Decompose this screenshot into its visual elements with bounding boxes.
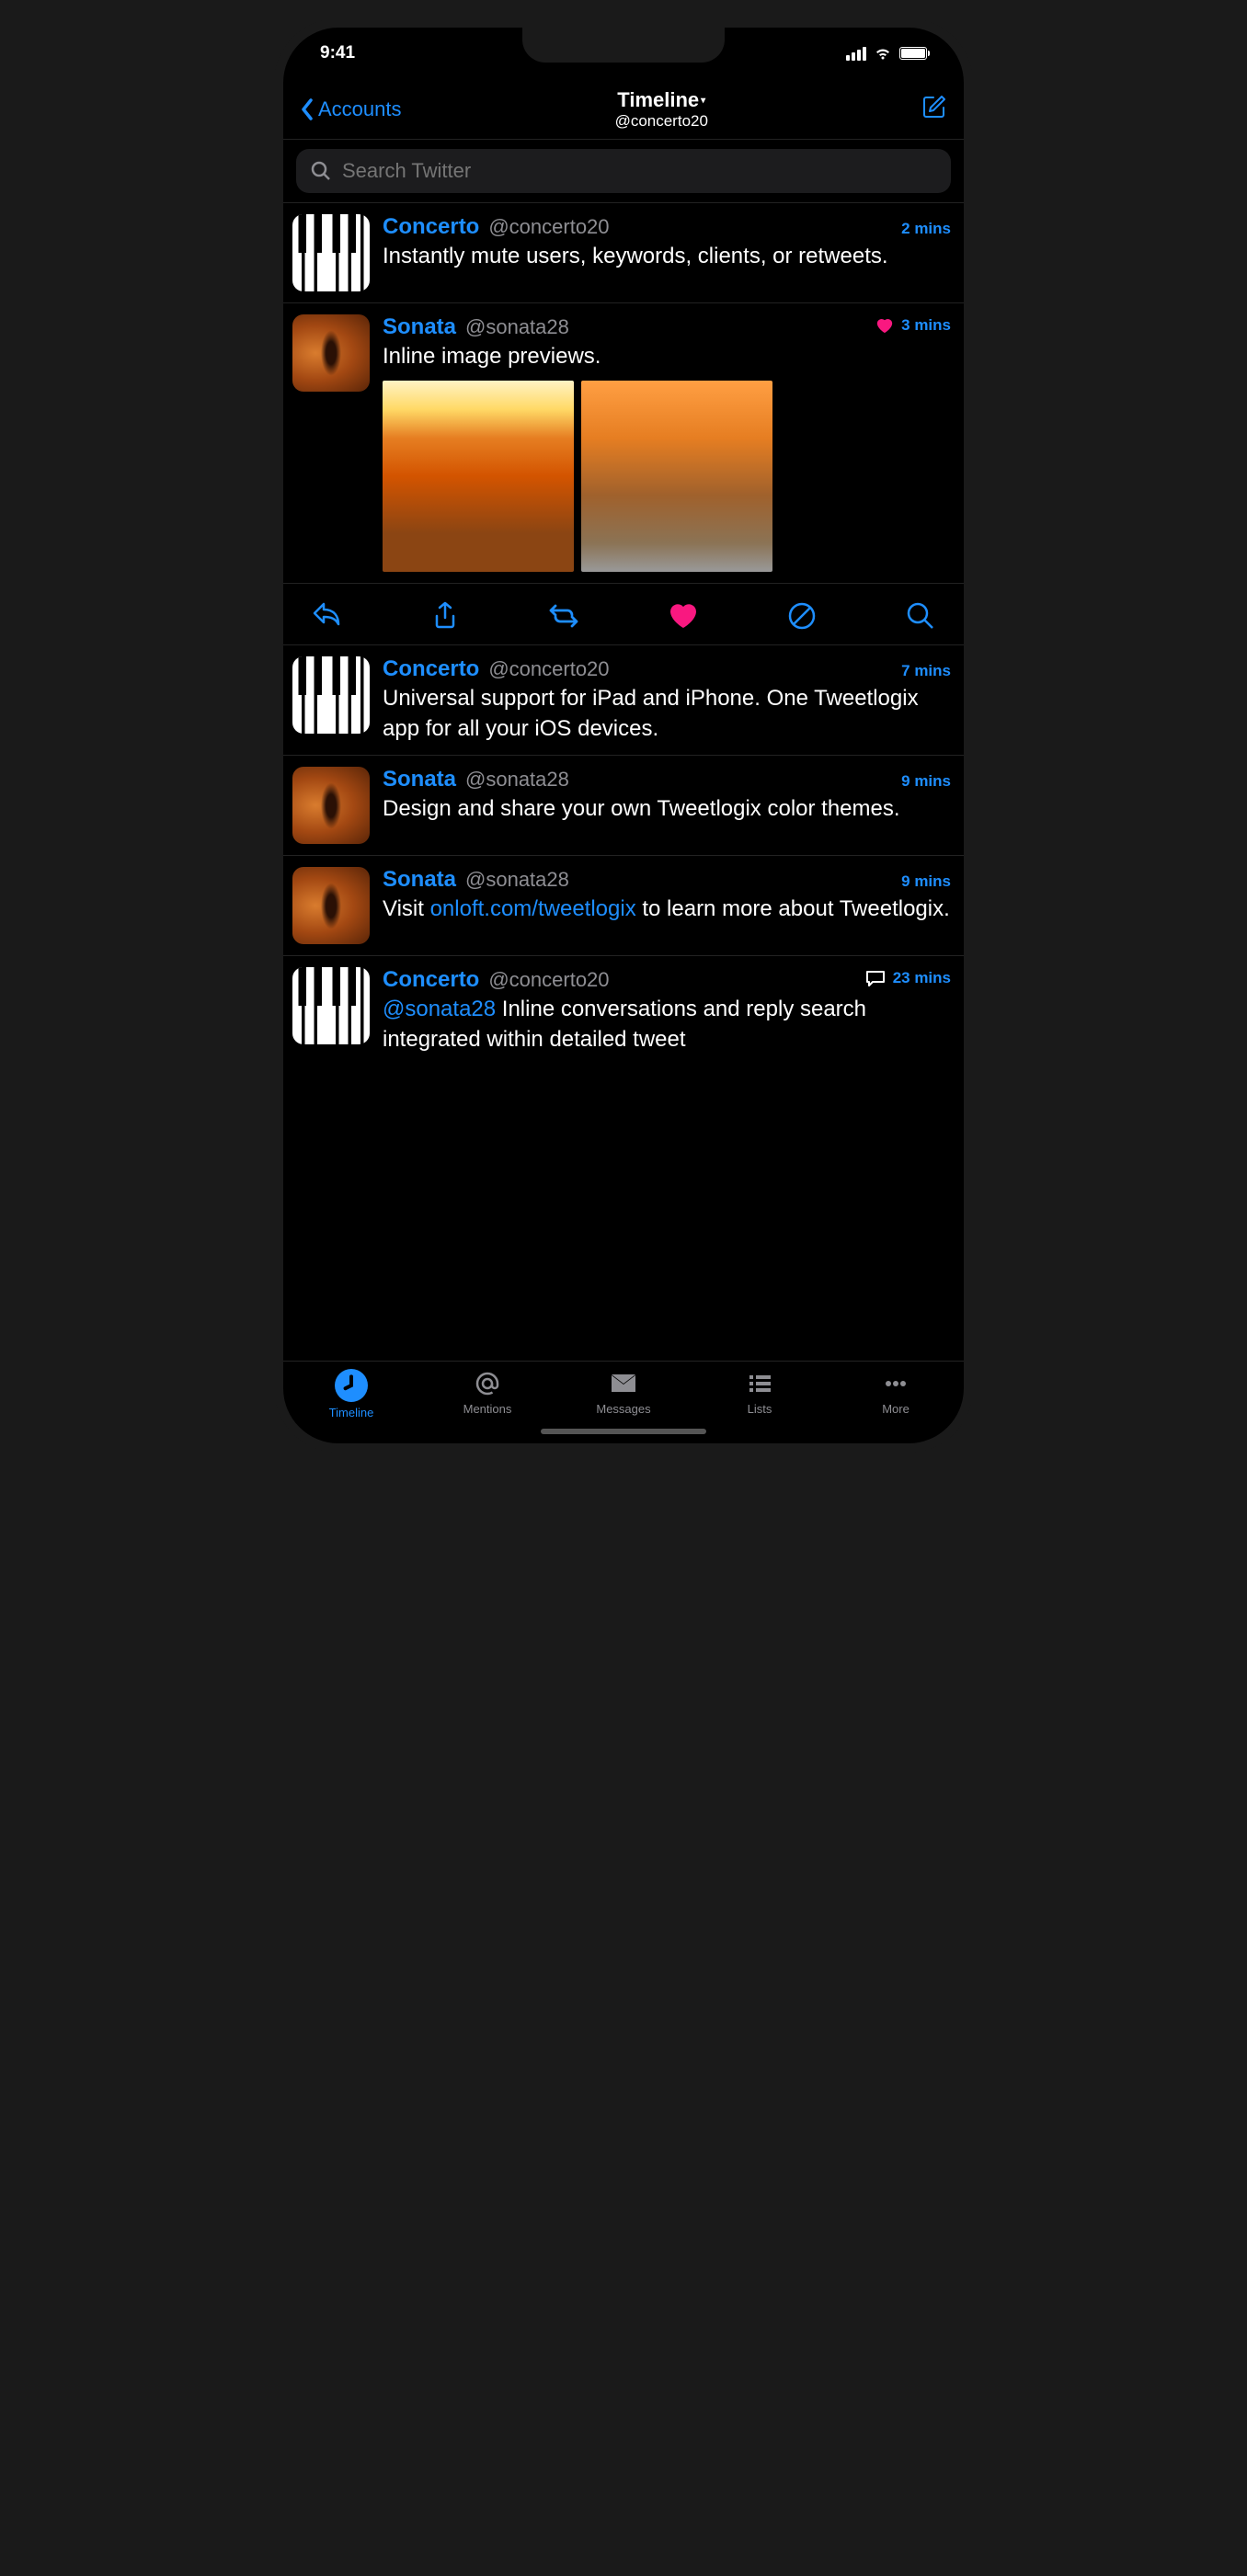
search-icon [311,161,331,181]
tab-label: Mentions [463,1402,512,1416]
tweet-row[interactable]: Concerto @concerto20 23 mins @sonata28 I… [283,956,964,1066]
tweet-content: Sonata @sonata28 3 mins Inline image pre… [383,314,951,572]
battery-icon [899,47,927,60]
nav-title[interactable]: Timeline▾ @concerto20 [615,88,708,131]
tweet-row[interactable]: Sonata @sonata28 9 mins Design and share… [283,756,964,856]
tweet-content: Concerto @concerto20 2 mins Instantly mu… [383,214,951,291]
messages-icon [609,1369,638,1398]
cellular-signal-icon [846,47,866,61]
tweet-timestamp: 2 mins [901,220,951,238]
like-icon[interactable] [668,600,699,632]
tweet-author-handle[interactable]: @sonata28 [465,768,569,792]
status-time: 9:41 [320,43,355,63]
tweet-image[interactable] [581,381,772,572]
tweet-body: Design and share your own Tweetlogix col… [383,794,951,824]
tweet-author-handle[interactable]: @sonata28 [465,315,569,339]
search-input[interactable] [342,159,936,183]
share-icon[interactable] [429,600,461,632]
tweet-body: Instantly mute users, keywords, clients,… [383,242,951,271]
home-indicator[interactable] [541,1429,706,1434]
tab-label: Messages [596,1402,650,1416]
more-icon [881,1369,910,1398]
tweet-link[interactable]: onloft.com/tweetlogix [430,896,636,921]
tweet-author-name[interactable]: Sonata [383,867,456,893]
tweet-timestamp: 3 mins [875,316,951,335]
tab-label: Lists [748,1402,772,1416]
tweet-author-handle[interactable]: @concerto20 [488,657,609,681]
status-right [846,47,927,61]
tweet-content: Concerto @concerto20 7 mins Universal su… [383,656,951,744]
back-button[interactable]: Accounts [300,97,402,122]
tweet-author-name[interactable]: Sonata [383,314,456,340]
avatar[interactable] [292,967,370,1044]
tweet-timestamp: 23 mins [865,969,951,987]
avatar[interactable] [292,314,370,392]
chevron-left-icon [300,97,315,122]
tweet-content: Sonata @sonata28 9 mins Design and share… [383,767,951,844]
notch [522,28,725,63]
tweet-author-name[interactable]: Concerto [383,967,479,993]
phone-screen: 9:41 Accounts Timeline▾ @concerto20 [283,28,964,1443]
tweet-row[interactable]: Sonata @sonata28 9 mins Visit onloft.com… [283,856,964,956]
nav-subtitle: @concerto20 [615,112,708,131]
tweet-body: @sonata28 Inline conversations and reply… [383,995,951,1054]
search-bar[interactable] [296,149,951,193]
tab-timeline[interactable]: Timeline [283,1369,419,1443]
avatar[interactable] [292,656,370,734]
tweet-author-name[interactable]: Concerto [383,656,479,682]
tweet-timestamp: 9 mins [901,872,951,891]
compose-icon [921,94,947,120]
tweet-mention[interactable]: @sonata28 [383,997,496,1021]
tab-mentions[interactable]: Mentions [419,1369,555,1443]
reply-icon[interactable] [311,600,342,632]
tweet-images [383,381,951,572]
tweet-content: Concerto @concerto20 23 mins @sonata28 I… [383,967,951,1054]
comment-icon [865,970,886,986]
tab-label: More [882,1402,910,1416]
tweet-row[interactable]: Sonata @sonata28 3 mins Inline image pre… [283,303,964,584]
tweet-author-name[interactable]: Sonata [383,767,456,792]
timeline[interactable]: Concerto @concerto20 2 mins Instantly mu… [283,202,964,1361]
tab-lists[interactable]: Lists [692,1369,828,1443]
tweet-image[interactable] [383,381,574,572]
tweet-timestamp: 7 mins [901,662,951,680]
wifi-icon [874,47,892,61]
timeline-icon [335,1369,368,1402]
tweet-row[interactable]: Concerto @concerto20 2 mins Instantly mu… [283,202,964,303]
search-tweet-icon[interactable] [905,600,936,632]
tweet-body: Inline image previews. [383,342,951,371]
retweet-icon[interactable] [548,600,579,632]
tweet-author-handle[interactable]: @sonata28 [465,868,569,892]
tweet-body: Universal support for iPad and iPhone. O… [383,684,951,744]
back-label: Accounts [318,97,402,121]
nav-bar: Accounts Timeline▾ @concerto20 [283,79,964,140]
tweet-row[interactable]: Concerto @concerto20 7 mins Universal su… [283,645,964,756]
tweet-author-name[interactable]: Concerto [383,214,479,240]
tweet-actions-bar [283,584,964,645]
lists-icon [745,1369,774,1398]
avatar[interactable] [292,767,370,844]
avatar[interactable] [292,867,370,944]
avatar[interactable] [292,214,370,291]
search-container [283,140,964,202]
heart-icon [875,317,894,334]
mentions-icon [473,1369,502,1398]
tweet-timestamp: 9 mins [901,772,951,791]
block-icon[interactable] [786,600,818,632]
tweet-author-handle[interactable]: @concerto20 [488,968,609,992]
tweet-author-handle[interactable]: @concerto20 [488,215,609,239]
phone-frame: 9:41 Accounts Timeline▾ @concerto20 [274,18,973,1453]
tweet-body: Visit onloft.com/tweetlogix to learn mor… [383,895,951,924]
compose-button[interactable] [921,94,947,124]
tab-label: Timeline [329,1406,374,1419]
tweet-content: Sonata @sonata28 9 mins Visit onloft.com… [383,867,951,944]
tab-more[interactable]: More [828,1369,964,1443]
